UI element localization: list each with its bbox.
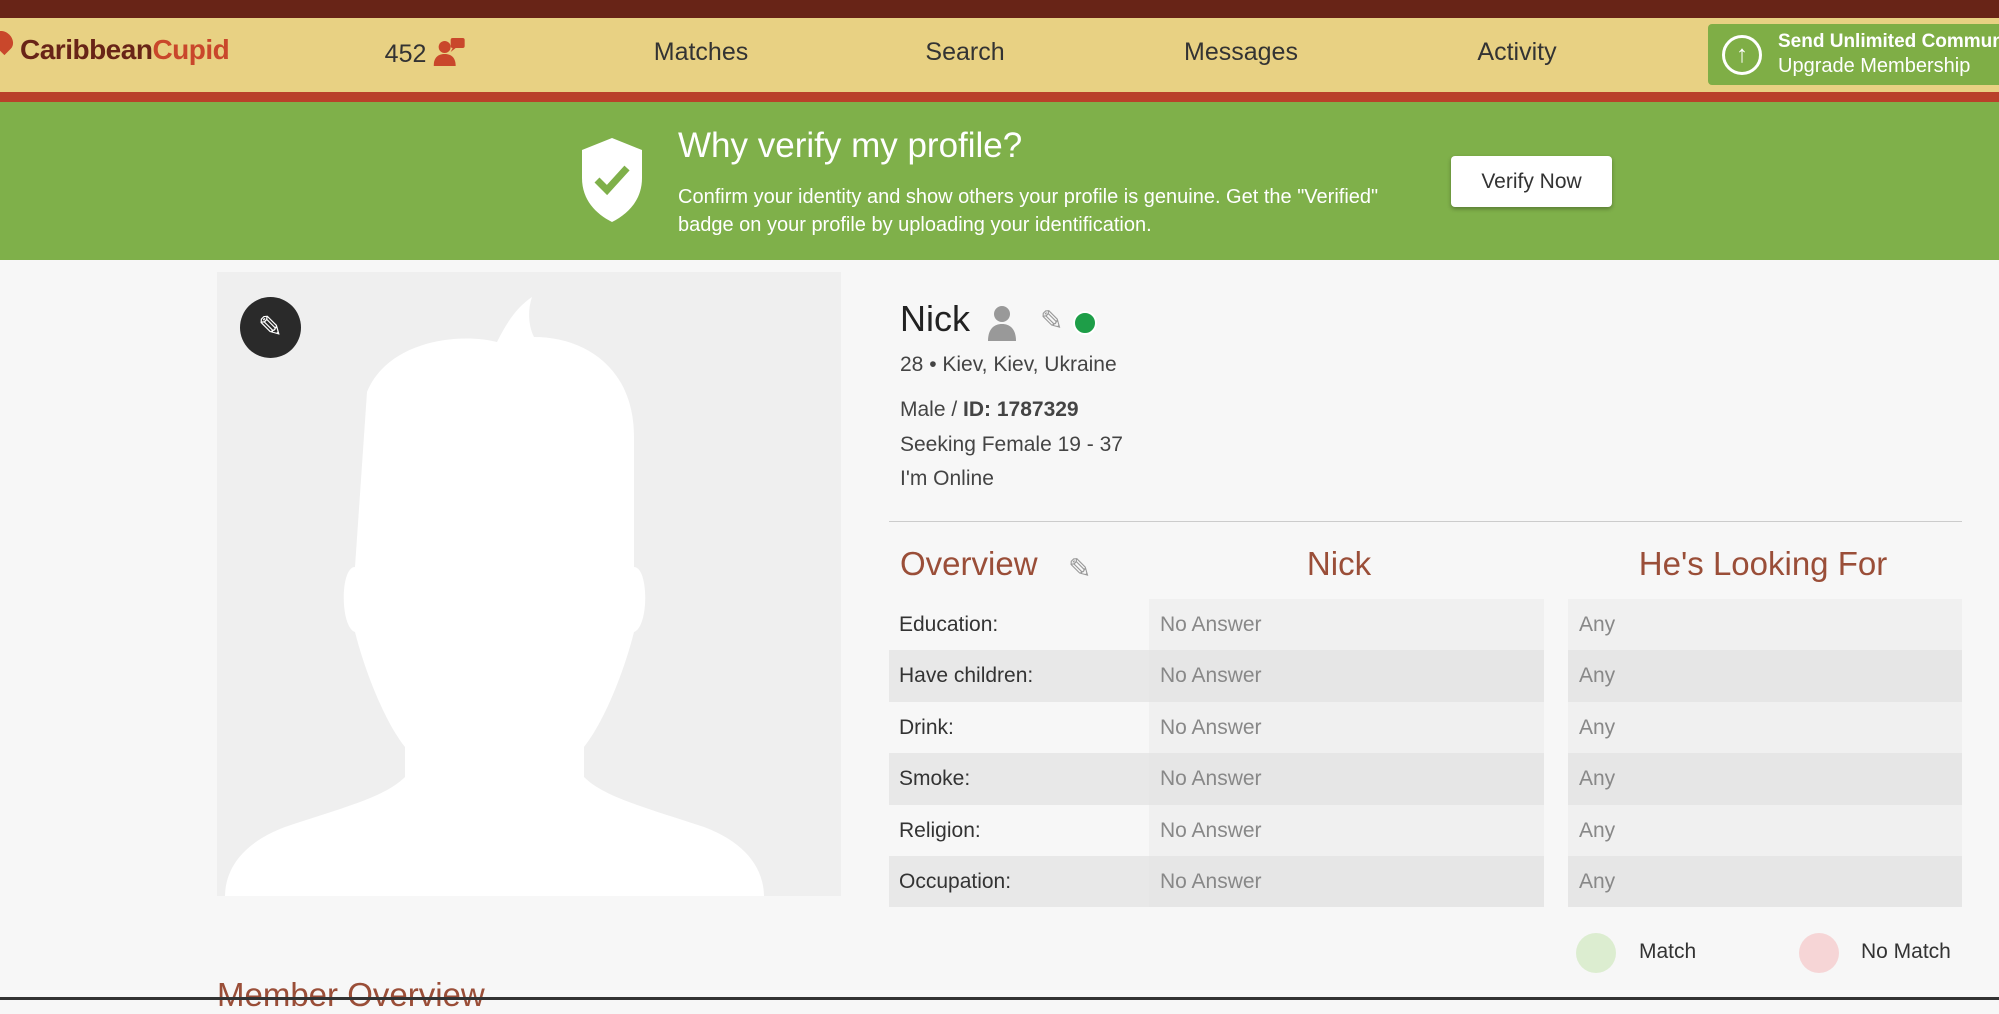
overview-row: Religion: No Answer Any <box>889 804 1962 856</box>
logo-text-accent: Cupid <box>152 34 230 65</box>
row-looking-for: Any <box>1568 753 1962 805</box>
column-header-nick: Nick <box>1306 545 1372 582</box>
gender: Male / <box>900 398 964 421</box>
member-id: ID: 1787329 <box>963 398 1079 421</box>
profile-location: 28 • Kiev, Kiev, Ukraine <box>900 353 1117 376</box>
overview-title: Overview <box>900 545 1038 582</box>
row-looking-for: Any <box>1568 804 1962 856</box>
nav-matches[interactable]: Matches <box>654 38 748 67</box>
row-value: No Answer <box>1149 650 1544 702</box>
nav-stripe <box>0 92 1999 102</box>
row-label: Drink: <box>899 715 954 739</box>
upgrade-title: Send Unlimited Communication <box>1778 31 1999 52</box>
users-chat-icon <box>433 38 465 66</box>
profile-gender-id: Male / ID: 1787329 <box>900 398 1079 422</box>
top-band <box>0 0 1999 18</box>
silhouette-icon <box>225 297 764 896</box>
row-value: No Answer <box>1149 753 1544 805</box>
row-label: Occupation: <box>899 870 1012 893</box>
row-label: Religion: <box>899 818 981 842</box>
profile-status: I'm Online <box>900 467 994 490</box>
row-looking-for: Any <box>1568 650 1962 702</box>
profile-name: Nick <box>900 298 970 339</box>
column-gap <box>1544 650 1568 702</box>
row-value: No Answer <box>1149 856 1544 908</box>
logo[interactable]: CaribbeanCupid <box>0 26 230 66</box>
profile-seeking: Seeking Female 19 - 37 <box>900 433 1123 456</box>
online-indicator <box>1073 311 1097 335</box>
row-value: No Answer <box>1149 701 1544 754</box>
column-header-looking-for: He's Looking For <box>1638 545 1888 582</box>
edit-overview-pencil-icon[interactable]: ✎ <box>1068 552 1091 585</box>
edit-pencil-icon[interactable]: ✎ <box>1040 304 1063 337</box>
user-icon <box>988 306 1016 341</box>
count-text: 452 <box>384 40 427 68</box>
nav-search[interactable]: Search <box>925 38 1004 67</box>
no-match-legend-dot <box>1799 933 1839 973</box>
row-looking-for: Any <box>1568 701 1962 754</box>
overview-row: Education: No Answer Any <box>889 599 1962 651</box>
row-label: Smoke: <box>899 767 971 791</box>
overview-row: Smoke: No Answer Any <box>889 753 1962 805</box>
row-value: No Answer <box>1149 804 1544 856</box>
arrow-up-icon: ↑ <box>1722 35 1762 75</box>
row-label: Education: <box>899 613 999 636</box>
column-gap <box>1544 856 1568 908</box>
shield-check-icon <box>582 138 642 222</box>
row-looking-for: Any <box>1568 599 1962 651</box>
no-match-legend-label: No Match <box>1861 940 1951 963</box>
row-value: No Answer <box>1149 599 1544 651</box>
row-label: Have children: <box>899 664 1034 688</box>
overview-row: Have children: No Answer Any <box>889 650 1962 702</box>
verify-now-button[interactable]: Verify Now <box>1451 156 1612 207</box>
divider <box>889 521 1962 522</box>
nav-messages[interactable]: Messages <box>1184 38 1298 67</box>
match-legend-dot <box>1576 933 1616 973</box>
member-overview-heading: Member Overview <box>217 976 485 1013</box>
connections-count[interactable]: 452 <box>385 38 466 69</box>
column-gap <box>1544 753 1568 805</box>
overview-row: Occupation: No Answer Any <box>889 856 1962 908</box>
banner-text: Confirm your identity and show others yo… <box>678 186 1379 236</box>
row-looking-for: Any <box>1568 856 1962 908</box>
edit-photo-pencil-icon[interactable]: ✎ <box>240 297 301 358</box>
match-legend-label: Match <box>1639 940 1697 963</box>
overview-row: Drink: No Answer Any <box>889 701 1962 754</box>
logo-text: Caribbean <box>20 34 153 65</box>
banner-title: Why verify my profile? <box>678 126 1023 165</box>
nav-activity[interactable]: Activity <box>1477 38 1556 67</box>
upgrade-button[interactable]: ↑ Send Unlimited Communication Upgrade M… <box>1708 24 1999 85</box>
profile-photo-placeholder[interactable] <box>217 272 841 896</box>
upgrade-subtitle: Upgrade Membership <box>1778 55 1971 77</box>
